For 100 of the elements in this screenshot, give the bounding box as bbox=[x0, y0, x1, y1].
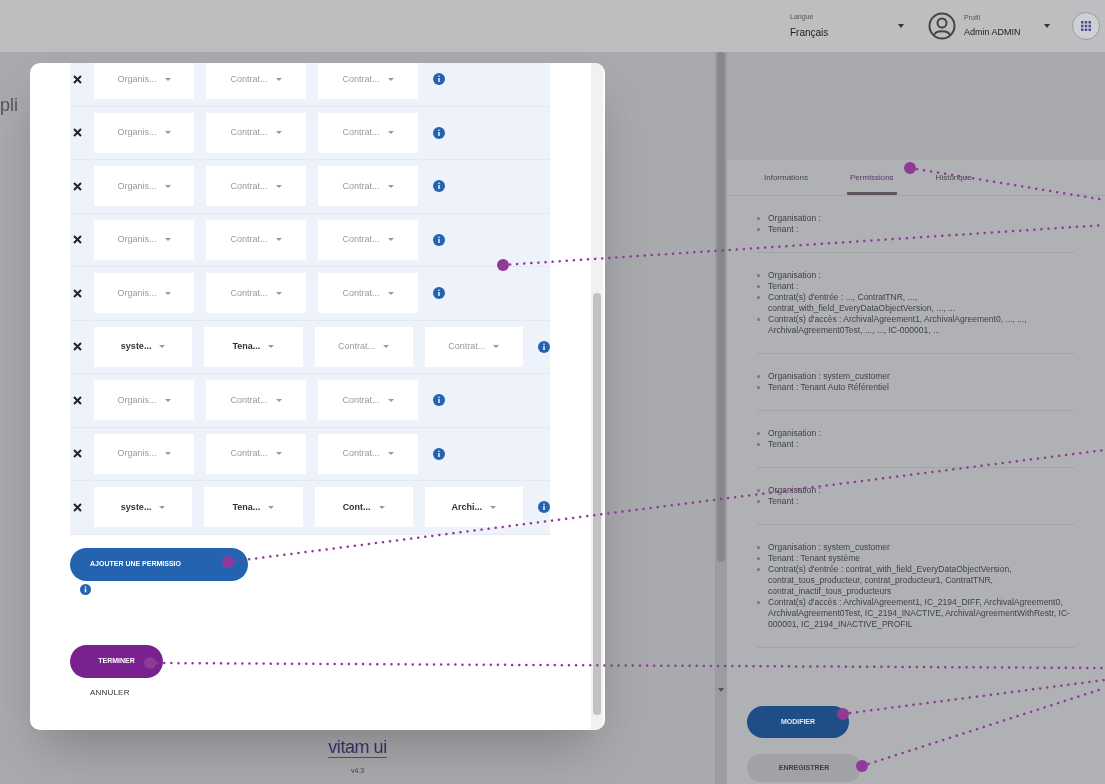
caret-icon bbox=[164, 184, 171, 188]
caret-icon bbox=[387, 77, 394, 81]
logo: vitam ui bbox=[328, 736, 387, 758]
caret-icon bbox=[164, 398, 171, 402]
permission-text: Organisation : bbox=[768, 270, 821, 281]
remove-icon[interactable] bbox=[73, 235, 82, 245]
tab[interactable]: Historique bbox=[932, 172, 975, 195]
permission-text: Tenant : bbox=[768, 496, 799, 507]
info-icon[interactable] bbox=[433, 73, 445, 86]
remove-icon[interactable] bbox=[73, 449, 82, 459]
caret-icon bbox=[378, 505, 385, 509]
scrollbar[interactable] bbox=[715, 52, 727, 784]
permission-text: Organisation : system_customer bbox=[768, 371, 890, 382]
select-field[interactable]: Contrat... bbox=[206, 273, 306, 314]
caret-icon[interactable] bbox=[898, 24, 904, 28]
bullet-icon bbox=[757, 217, 760, 220]
info-icon[interactable] bbox=[433, 180, 445, 193]
remove-icon[interactable] bbox=[73, 288, 82, 298]
select-field[interactable]: Organis... bbox=[94, 219, 194, 260]
bullet-icon bbox=[757, 432, 760, 435]
select-field[interactable]: Contrat... bbox=[318, 273, 418, 314]
profile-value[interactable]: Admin ADMIN bbox=[964, 26, 1044, 40]
select-field[interactable]: Organis... bbox=[94, 380, 194, 421]
bullet-icon bbox=[757, 601, 760, 604]
select-field[interactable]: syste... bbox=[94, 487, 193, 528]
select-field[interactable]: Contrat... bbox=[206, 166, 306, 207]
select-field[interactable]: Organis... bbox=[94, 63, 194, 100]
remove-icon[interactable] bbox=[73, 181, 82, 191]
select-field[interactable]: Contrat... bbox=[318, 166, 418, 207]
info-icon[interactable] bbox=[433, 287, 445, 300]
select-field[interactable]: Contrat... bbox=[206, 380, 306, 421]
bullet-icon bbox=[757, 228, 760, 231]
info-icon[interactable] bbox=[433, 394, 445, 407]
remove-icon[interactable] bbox=[73, 342, 82, 352]
caret-icon bbox=[387, 184, 394, 188]
select-field[interactable]: Contrat... bbox=[318, 380, 418, 421]
remove-icon[interactable] bbox=[73, 395, 82, 405]
permission-text: Organisation : bbox=[768, 213, 821, 224]
bullet-icon bbox=[757, 296, 760, 299]
caret-icon[interactable] bbox=[1044, 24, 1050, 28]
select-field[interactable]: Contrat... bbox=[314, 326, 413, 367]
caret-icon bbox=[164, 452, 171, 456]
bullet-icon bbox=[757, 386, 760, 389]
select-field[interactable]: Contrat... bbox=[318, 219, 418, 260]
info-icon[interactable] bbox=[538, 501, 550, 514]
info-icon[interactable] bbox=[538, 340, 550, 353]
caret-icon bbox=[387, 291, 394, 295]
select-field[interactable]: Contrat... bbox=[318, 433, 418, 474]
permission-text: Tenant : Tenant système bbox=[768, 553, 860, 564]
info-icon[interactable] bbox=[433, 126, 445, 139]
caret-icon bbox=[490, 505, 497, 509]
info-icon[interactable] bbox=[80, 583, 91, 595]
select-field[interactable]: Contrat... bbox=[206, 112, 306, 153]
avatar-icon[interactable] bbox=[928, 12, 956, 40]
bullet-icon bbox=[757, 546, 760, 549]
scrollbar[interactable] bbox=[591, 63, 603, 730]
caret-icon bbox=[275, 131, 282, 135]
select-field[interactable]: Cont... bbox=[314, 487, 413, 528]
scroll-arrow-icon[interactable] bbox=[718, 688, 724, 692]
info-icon[interactable] bbox=[433, 447, 445, 460]
select-field[interactable]: Organis... bbox=[94, 273, 194, 314]
caret-icon bbox=[159, 345, 166, 349]
select-field[interactable]: Contrat... bbox=[206, 219, 306, 260]
select-field[interactable]: syste... bbox=[94, 326, 193, 367]
remove-icon[interactable] bbox=[73, 128, 82, 138]
permission-text: Tenant : bbox=[768, 439, 799, 450]
select-field[interactable]: Organis... bbox=[94, 166, 194, 207]
select-field[interactable]: Organis... bbox=[94, 112, 194, 153]
tab[interactable]: Permissions bbox=[847, 172, 897, 195]
select-field[interactable]: Tena... bbox=[204, 487, 303, 528]
select-field[interactable]: Archi... bbox=[424, 487, 523, 528]
remove-icon[interactable] bbox=[73, 502, 82, 512]
select-field[interactable]: Contrat... bbox=[206, 63, 306, 100]
bullet-icon bbox=[757, 500, 760, 503]
caret-icon bbox=[275, 238, 282, 242]
select-field[interactable]: Contrat... bbox=[318, 63, 418, 100]
permission-text: Contrat(s) d'entrée : ..., ContratTNR, ..., contrat_with_field_EveryDataObjectVersion, ..., ... bbox=[768, 292, 957, 314]
grid-icon bbox=[1081, 21, 1091, 31]
caret-icon bbox=[164, 77, 171, 81]
caret-icon bbox=[268, 505, 275, 509]
cancel-link[interactable]: ANNULER bbox=[90, 686, 550, 699]
bullet-icon bbox=[757, 557, 760, 560]
caret-icon bbox=[275, 184, 282, 188]
caret-icon bbox=[275, 452, 282, 456]
language-value[interactable]: Français bbox=[790, 25, 890, 41]
caret-icon bbox=[164, 131, 171, 135]
info-icon[interactable] bbox=[433, 233, 445, 246]
tab[interactable]: Informations bbox=[761, 172, 812, 195]
select-field[interactable]: Organis... bbox=[94, 433, 194, 474]
caret-icon bbox=[387, 238, 394, 242]
select-field[interactable]: Contrat... bbox=[206, 433, 306, 474]
select-field[interactable]: Tena... bbox=[204, 326, 303, 367]
remove-icon[interactable] bbox=[73, 74, 82, 84]
select-field[interactable]: Contrat... bbox=[424, 326, 523, 367]
select-field[interactable]: Contrat... bbox=[318, 112, 418, 153]
permission-text: Contrat(s) d'accès : ArchivalAgreement1, IC_2194_DIFF, ArchivalAgreement0, ArchivalAgreement0Test, IC_2194_INACTIVE, ArchivalAgreementWithRestr, IC-000001, IC_2194_INACTIVE_PROFIL bbox=[768, 597, 1071, 630]
caret-icon bbox=[387, 131, 394, 135]
bullet-icon bbox=[757, 318, 760, 321]
apps-button[interactable] bbox=[1072, 12, 1100, 40]
permission-text: Tenant : bbox=[768, 224, 799, 235]
